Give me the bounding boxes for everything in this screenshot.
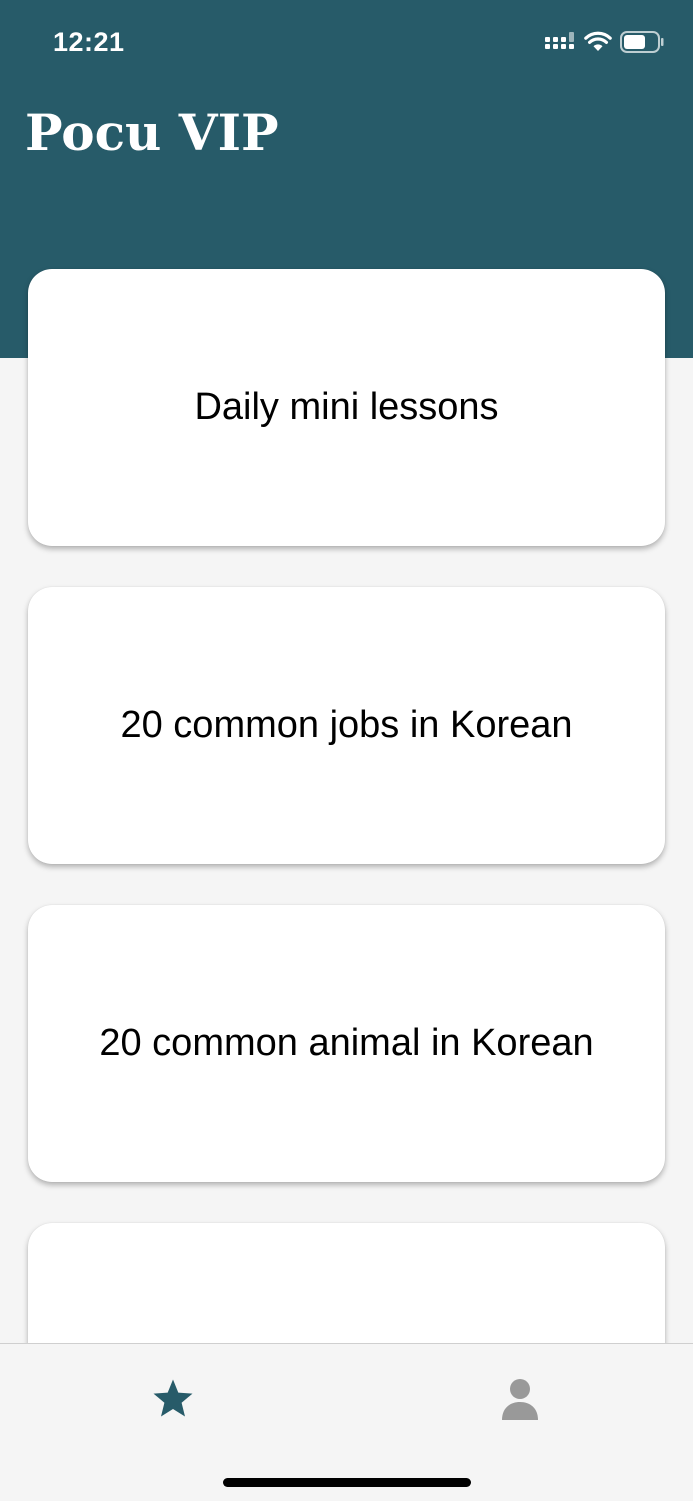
lesson-card-common-animal[interactable]: 20 common animal in Korean (28, 905, 665, 1182)
lesson-card-label: Daily mini lessons (194, 386, 499, 428)
lesson-card-daily-mini-lessons[interactable]: Daily mini lessons (28, 269, 665, 546)
tab-favorites[interactable] (133, 1364, 213, 1434)
star-icon (153, 1379, 193, 1417)
lesson-card-common-jobs[interactable]: 20 common jobs in Korean (28, 587, 665, 864)
lesson-list[interactable]: Daily mini lessons 20 common jobs in Kor… (0, 0, 693, 1343)
home-indicator (223, 1478, 471, 1487)
lesson-card-label: 20 common animal in Korean (99, 1022, 594, 1064)
person-icon (502, 1379, 538, 1420)
lesson-card-partial[interactable] (28, 1223, 665, 1343)
tab-profile[interactable] (480, 1364, 560, 1434)
lesson-card-label: 20 common jobs in Korean (120, 704, 573, 746)
